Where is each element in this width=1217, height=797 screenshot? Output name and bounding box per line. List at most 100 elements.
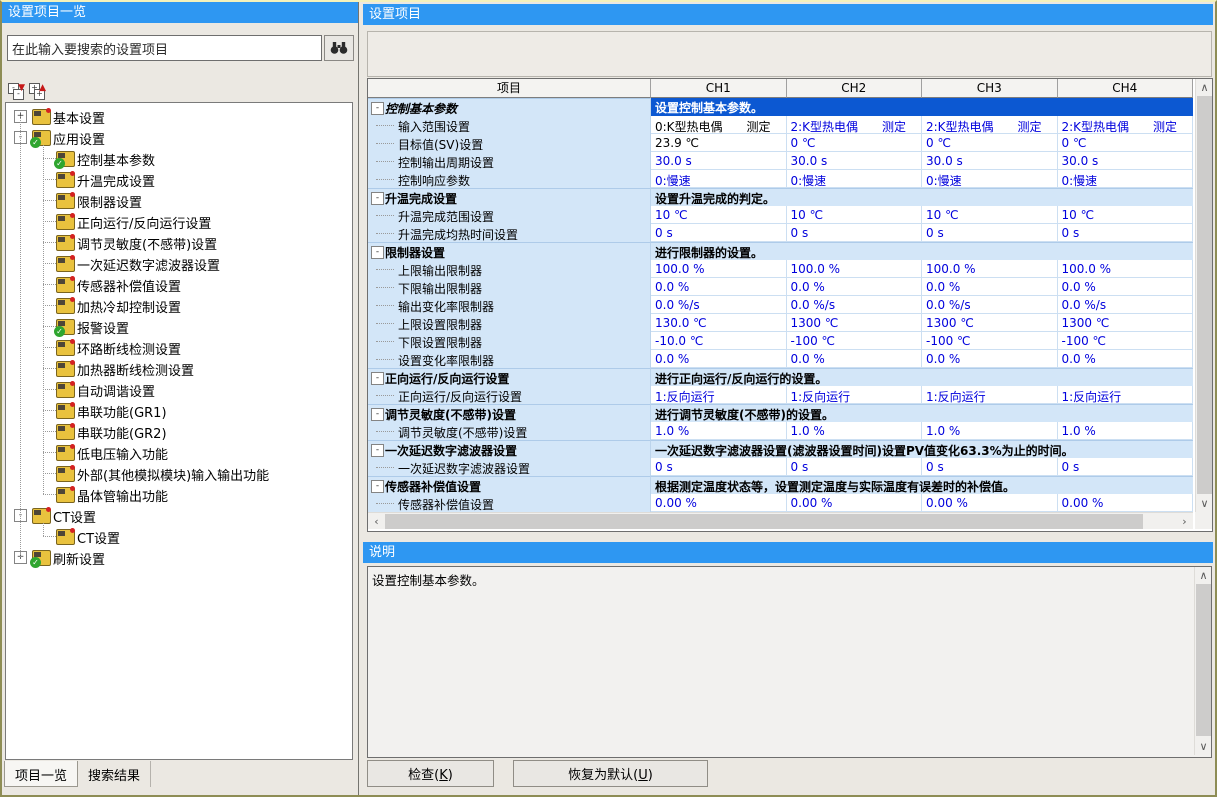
value-cell-ch4[interactable]: 0 s bbox=[1058, 224, 1194, 242]
collapse-icon[interactable]: - bbox=[371, 102, 384, 115]
value-cell-ch2[interactable]: 1300 ℃ bbox=[787, 314, 923, 332]
item-cell[interactable]: 正向运行/反向运行设置 bbox=[368, 386, 651, 404]
setting-row[interactable]: 升温完成范围设置10 ℃10 ℃10 ℃10 ℃ bbox=[368, 206, 1193, 224]
value-cell-ch4[interactable]: 0 s bbox=[1058, 458, 1194, 476]
tree-item[interactable]: 正向运行/反向运行设置 bbox=[6, 211, 352, 232]
setting-row[interactable]: 目标值(SV)设置23.9 ℃0 ℃0 ℃0 ℃ bbox=[368, 134, 1193, 152]
value-cell-ch3[interactable]: 1.0 % bbox=[922, 422, 1058, 440]
column-header[interactable]: 项目 bbox=[368, 79, 651, 98]
value-cell-ch2[interactable]: 0.0 %/s bbox=[787, 296, 923, 314]
value-cell-ch4[interactable]: -100 ℃ bbox=[1058, 332, 1194, 350]
tree-item[interactable]: 串联功能(GR2) bbox=[6, 421, 352, 442]
setting-row[interactable]: 调节灵敏度(不感带)设置1.0 %1.0 %1.0 %1.0 % bbox=[368, 422, 1193, 440]
item-cell[interactable]: 目标值(SV)设置 bbox=[368, 134, 651, 152]
value-cell-ch2[interactable]: -100 ℃ bbox=[787, 332, 923, 350]
item-cell[interactable]: 下限输出限制器 bbox=[368, 278, 651, 296]
value-cell-ch4[interactable]: 0.0 % bbox=[1058, 278, 1194, 296]
value-cell-ch4[interactable]: 0.0 % bbox=[1058, 350, 1194, 368]
group-description[interactable]: 根据测定温度状态等，设置测定温度与实际温度有误差时的补偿值。 bbox=[651, 476, 1193, 494]
tree-item[interactable]: 限制器设置 bbox=[6, 190, 352, 211]
tree-item[interactable]: CT设置 bbox=[6, 526, 352, 547]
restore-default-button[interactable]: 恢复为默认(U) bbox=[513, 760, 708, 787]
value-cell-ch2[interactable]: 0.00 % bbox=[787, 494, 923, 512]
item-cell[interactable]: 输入范围设置 bbox=[368, 116, 651, 134]
group-description[interactable]: 一次延迟数字滤波器设置(滤波器设置时间)设置PV值变化63.3%为止的时间。 bbox=[651, 440, 1193, 458]
value-cell-ch4[interactable]: 0 ℃ bbox=[1058, 134, 1194, 152]
tree-item[interactable]: 环路断线检测设置 bbox=[6, 337, 352, 358]
column-header[interactable]: CH1 bbox=[651, 79, 787, 98]
setting-row[interactable]: 上限输出限制器100.0 %100.0 %100.0 %100.0 % bbox=[368, 260, 1193, 278]
value-cell-ch2[interactable]: 0 s bbox=[787, 224, 923, 242]
collapse-icon[interactable]: - bbox=[371, 480, 384, 493]
setting-row[interactable]: 一次延迟数字滤波器设置0 s0 s0 s0 s bbox=[368, 458, 1193, 476]
value-cell-ch2[interactable]: 100.0 % bbox=[787, 260, 923, 278]
tree-item[interactable]: 外部(其他模拟模块)输入输出功能 bbox=[6, 463, 352, 484]
value-cell-ch3[interactable]: 0.00 % bbox=[922, 494, 1058, 512]
value-cell-ch1[interactable]: 0:K型热电偶 测定 bbox=[651, 116, 787, 134]
value-cell-ch4[interactable]: 1.0 % bbox=[1058, 422, 1194, 440]
value-cell-ch1[interactable]: 0:慢速 bbox=[651, 170, 787, 188]
value-cell-ch1[interactable]: 0.0 % bbox=[651, 350, 787, 368]
collapse-icon[interactable]: - bbox=[371, 372, 384, 385]
group-row[interactable]: -限制器设置进行限制器的设置。 bbox=[368, 242, 1193, 260]
group-description[interactable]: 进行正向运行/反向运行的设置。 bbox=[651, 368, 1193, 386]
item-cell[interactable]: 传感器补偿值设置 bbox=[368, 494, 651, 512]
value-cell-ch3[interactable]: -100 ℃ bbox=[922, 332, 1058, 350]
item-cell[interactable]: 调节灵敏度(不感带)设置 bbox=[368, 422, 651, 440]
item-cell[interactable]: 上限设置限制器 bbox=[368, 314, 651, 332]
tree-item[interactable]: 低电压输入功能 bbox=[6, 442, 352, 463]
setting-row[interactable]: 升温完成均热时间设置0 s0 s0 s0 s bbox=[368, 224, 1193, 242]
value-cell-ch1[interactable]: 0 s bbox=[651, 224, 787, 242]
item-cell[interactable]: 升温完成均热时间设置 bbox=[368, 224, 651, 242]
scroll-down-icon[interactable]: ∨ bbox=[1196, 495, 1213, 512]
expand-all-tree-icon[interactable]: ++▲ bbox=[29, 82, 46, 98]
group-description[interactable]: 进行调节灵敏度(不感带)的设置。 bbox=[651, 404, 1193, 422]
vertical-scroll-thumb[interactable] bbox=[1196, 584, 1211, 736]
value-cell-ch4[interactable]: 0.0 %/s bbox=[1058, 296, 1194, 314]
value-cell-ch4[interactable]: 2:K型热电偶 测定 bbox=[1058, 116, 1194, 134]
column-header[interactable]: CH3 bbox=[922, 79, 1058, 98]
value-cell-ch4[interactable]: 0.00 % bbox=[1058, 494, 1194, 512]
value-cell-ch1[interactable]: 23.9 ℃ bbox=[651, 134, 787, 152]
tree-item[interactable]: ✓控制基本参数 bbox=[6, 148, 352, 169]
setting-row[interactable]: 控制输出周期设置30.0 s30.0 s30.0 s30.0 s bbox=[368, 152, 1193, 170]
value-cell-ch1[interactable]: 0.00 % bbox=[651, 494, 787, 512]
group-description[interactable]: 设置升温完成的判定。 bbox=[651, 188, 1193, 206]
scroll-down-icon[interactable]: ∨ bbox=[1195, 738, 1212, 755]
value-cell-ch3[interactable]: 0.0 % bbox=[922, 350, 1058, 368]
value-cell-ch2[interactable]: 1:反向运行 bbox=[787, 386, 923, 404]
group-description-selected[interactable]: 设置控制基本参数。 bbox=[651, 98, 1193, 116]
item-cell[interactable]: -控制基本参数 bbox=[368, 98, 651, 116]
tree-item[interactable]: 晶体管输出功能 bbox=[6, 484, 352, 505]
value-cell-ch4[interactable]: 30.0 s bbox=[1058, 152, 1194, 170]
value-cell-ch2[interactable]: 0.0 % bbox=[787, 350, 923, 368]
value-cell-ch1[interactable]: 0.0 %/s bbox=[651, 296, 787, 314]
value-cell-ch3[interactable]: 0:慢速 bbox=[922, 170, 1058, 188]
value-cell-ch2[interactable]: 0:慢速 bbox=[787, 170, 923, 188]
scroll-up-icon[interactable]: ∧ bbox=[1196, 79, 1213, 96]
column-header[interactable]: CH2 bbox=[787, 79, 923, 98]
collapse-all-tree-icon[interactable]: --▼ bbox=[8, 82, 25, 98]
tab-search-results[interactable]: 搜索结果 bbox=[78, 761, 151, 787]
value-cell-ch3[interactable]: 0 s bbox=[922, 224, 1058, 242]
setting-row[interactable]: 设置变化率限制器0.0 %0.0 %0.0 %0.0 % bbox=[368, 350, 1193, 368]
value-cell-ch2[interactable]: 1.0 % bbox=[787, 422, 923, 440]
tab-item-list[interactable]: 项目一览 bbox=[4, 761, 78, 787]
setting-row[interactable]: 输出变化率限制器0.0 %/s0.0 %/s0.0 %/s0.0 %/s bbox=[368, 296, 1193, 314]
value-cell-ch3[interactable]: 0 s bbox=[922, 458, 1058, 476]
value-cell-ch2[interactable]: 0 ℃ bbox=[787, 134, 923, 152]
vertical-scroll-thumb[interactable] bbox=[1197, 96, 1212, 494]
value-cell-ch1[interactable]: 0 s bbox=[651, 458, 787, 476]
setting-row[interactable]: 正向运行/反向运行设置1:反向运行1:反向运行1:反向运行1:反向运行 bbox=[368, 386, 1193, 404]
tree-item[interactable]: +✓刷新设置 bbox=[6, 547, 352, 568]
tree-item[interactable]: 加热冷却控制设置 bbox=[6, 295, 352, 316]
value-cell-ch4[interactable]: 1:反向运行 bbox=[1058, 386, 1194, 404]
tree-item[interactable]: -CT设置 bbox=[6, 505, 352, 526]
item-cell[interactable]: 升温完成范围设置 bbox=[368, 206, 651, 224]
item-cell[interactable]: -一次延迟数字滤波器设置 bbox=[368, 440, 651, 458]
value-cell-ch1[interactable]: -10.0 ℃ bbox=[651, 332, 787, 350]
scroll-up-icon[interactable]: ∧ bbox=[1195, 567, 1212, 584]
value-cell-ch4[interactable]: 100.0 % bbox=[1058, 260, 1194, 278]
search-button[interactable] bbox=[324, 35, 354, 61]
item-cell[interactable]: 一次延迟数字滤波器设置 bbox=[368, 458, 651, 476]
